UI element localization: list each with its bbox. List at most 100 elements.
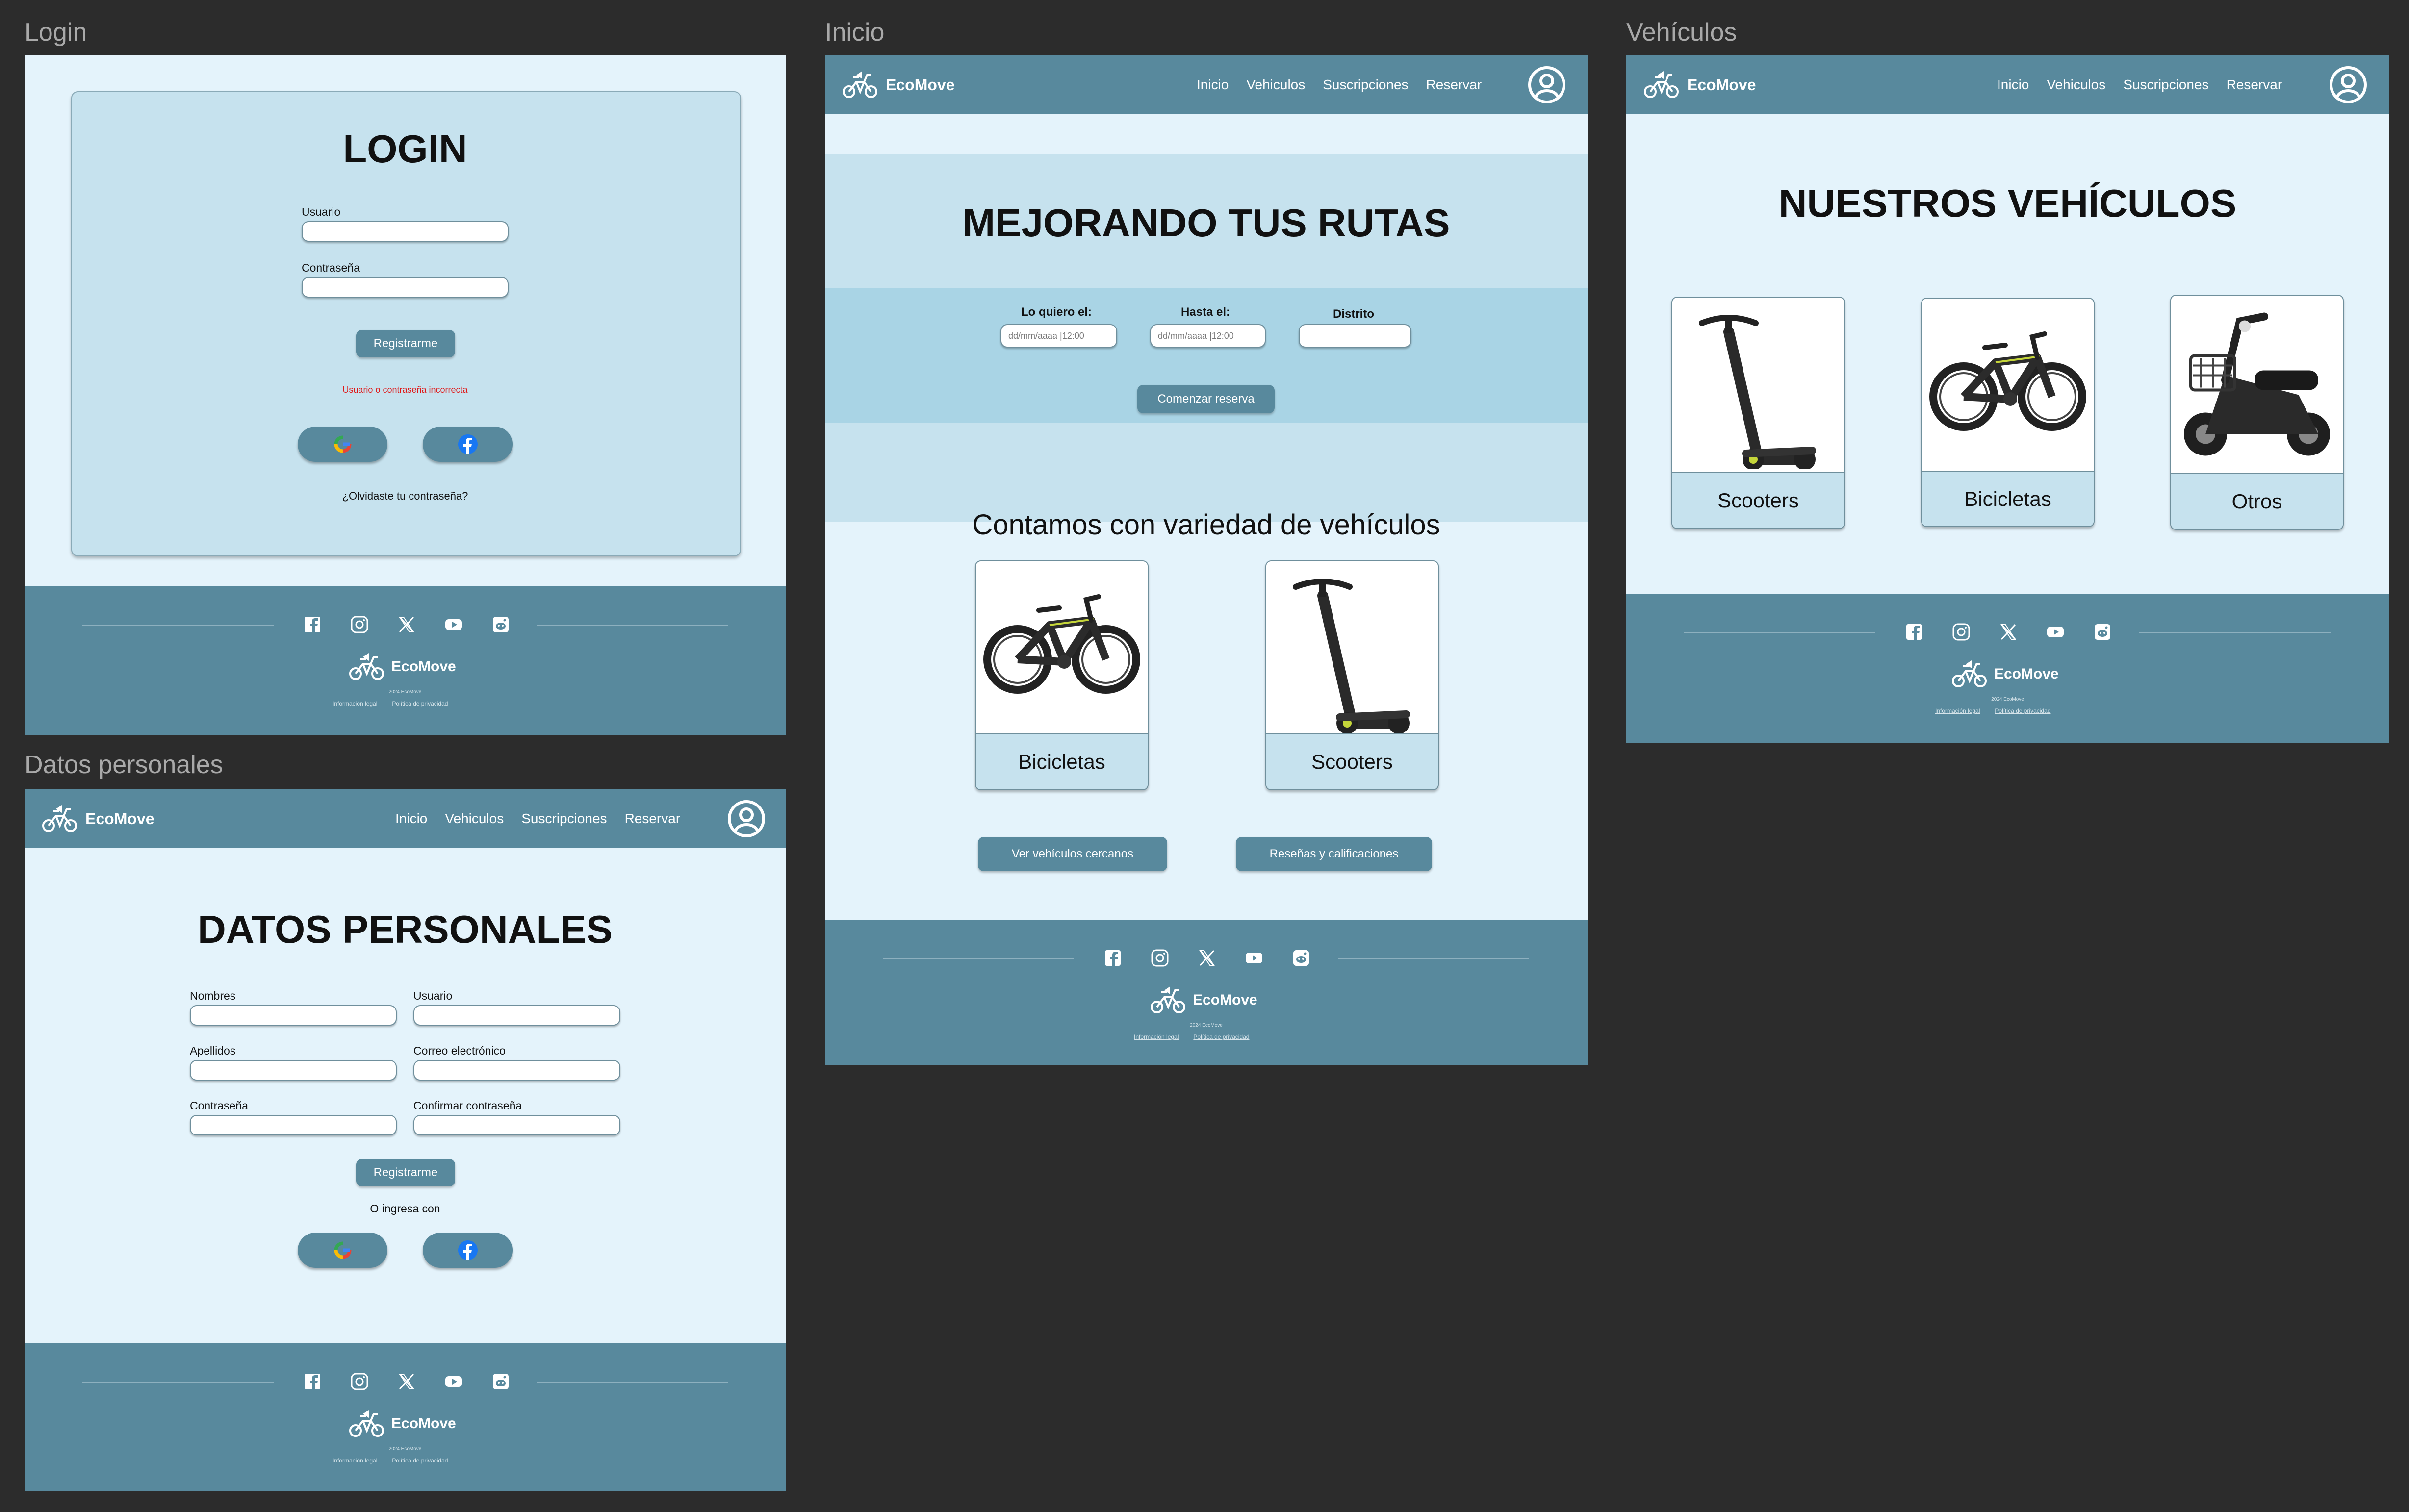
- footer-privacy-link[interactable]: Política de privacidad: [392, 700, 448, 707]
- x-icon[interactable]: [396, 614, 417, 635]
- nav-link-vehiculos[interactable]: Vehiculos: [2047, 77, 2105, 93]
- correo-input[interactable]: [413, 1060, 620, 1081]
- confirmar-input[interactable]: [413, 1115, 620, 1135]
- reddit-icon[interactable]: [490, 1371, 512, 1392]
- login-pass-input[interactable]: [302, 277, 509, 298]
- x-icon[interactable]: [1998, 621, 2019, 643]
- youtube-icon[interactable]: [1243, 947, 1265, 969]
- vehicles-title: NUESTROS VEHÍCULOS: [1778, 181, 2237, 225]
- inicio-frame: EcoMove Inicio Vehiculos Suscripciones R…: [825, 55, 1588, 1065]
- nav-brand[interactable]: EcoMove: [1643, 70, 1756, 100]
- footer-legal-link[interactable]: Información legal: [333, 700, 377, 707]
- instagram-icon[interactable]: [1149, 947, 1171, 969]
- datos-navbar: EcoMove Inicio Vehiculos Suscripciones R…: [25, 789, 786, 848]
- youtube-icon[interactable]: [443, 614, 464, 635]
- vehicle-card-label: Bicicletas: [1922, 471, 2094, 526]
- facebook-icon[interactable]: [302, 614, 323, 635]
- confirmar-label: Confirmar contraseña: [413, 1099, 522, 1112]
- nav-link-suscripciones[interactable]: Suscripciones: [1323, 77, 1408, 93]
- nav-link-reservar[interactable]: Reservar: [1426, 77, 1482, 93]
- nav-link-inicio[interactable]: Inicio: [1997, 77, 2029, 93]
- footer-brand: EcoMove: [348, 1409, 456, 1438]
- login-register-button[interactable]: Registrarme: [356, 330, 455, 357]
- to-date-input[interactable]: dd/mm/aaaa |12:00: [1150, 324, 1266, 348]
- datos-facebook-button[interactable]: [423, 1233, 513, 1268]
- footer-copyright: 2024 EcoMove: [388, 1446, 422, 1452]
- footer-legal-link[interactable]: Información legal: [1935, 707, 1980, 714]
- nearby-vehicles-button[interactable]: Ver vehículos cercanos: [978, 837, 1167, 871]
- start-booking-button[interactable]: Comenzar reserva: [1137, 385, 1275, 413]
- footer-privacy-link[interactable]: Política de privacidad: [1995, 707, 2050, 714]
- footer-divider-left: [1684, 632, 1875, 633]
- facebook-icon[interactable]: [302, 1371, 323, 1392]
- nav-link-vehiculos[interactable]: Vehiculos: [445, 811, 504, 827]
- nav-brand[interactable]: EcoMove: [842, 70, 954, 100]
- user-profile-icon[interactable]: [1527, 65, 1566, 104]
- nav-link-inicio[interactable]: Inicio: [395, 811, 427, 827]
- footer-legal-link[interactable]: Información legal: [333, 1457, 377, 1464]
- datos-frame: EcoMove Inicio Vehiculos Suscripciones R…: [25, 789, 786, 1491]
- apellidos-input[interactable]: [190, 1060, 397, 1081]
- footer-copyright: 2024 EcoMove: [1190, 1023, 1223, 1028]
- instagram-icon[interactable]: [1950, 621, 1972, 643]
- bike-logo-icon: [1150, 985, 1187, 1015]
- vehicle-card-bicicletas[interactable]: Bicicletas: [1921, 298, 2095, 527]
- user-profile-icon[interactable]: [2329, 65, 2368, 104]
- district-input[interactable]: [1299, 324, 1411, 348]
- footer-privacy-link[interactable]: Política de privacidad: [392, 1457, 448, 1464]
- footer-brand-name: EcoMove: [1994, 666, 2059, 682]
- vehicle-card-label: Otros: [2171, 473, 2343, 529]
- instagram-icon[interactable]: [349, 1371, 370, 1392]
- vehicle-card-scooters[interactable]: Scooters: [1671, 297, 1845, 529]
- login-facebook-button[interactable]: [423, 427, 513, 462]
- bike-logo-icon: [41, 804, 78, 833]
- reddit-icon[interactable]: [490, 614, 512, 635]
- nav-link-suscripciones[interactable]: Suscripciones: [2123, 77, 2208, 93]
- vehicle-card-otros[interactable]: Otros: [2170, 295, 2344, 530]
- youtube-icon[interactable]: [443, 1371, 464, 1392]
- login-user-label: Usuario: [302, 205, 341, 218]
- footer-legal-link[interactable]: Información legal: [1134, 1033, 1179, 1040]
- vehicle-card-label: Scooters: [1266, 733, 1438, 789]
- vehicle-card-scooters[interactable]: Scooters: [1265, 560, 1439, 790]
- bike-logo-icon: [1643, 70, 1680, 100]
- bicycle-image: [976, 561, 1148, 733]
- login-google-button[interactable]: [298, 427, 387, 462]
- vehicle-card-bicicletas[interactable]: Bicicletas: [975, 560, 1149, 790]
- x-icon[interactable]: [1196, 947, 1218, 969]
- instagram-icon[interactable]: [349, 614, 370, 635]
- user-profile-icon[interactable]: [727, 799, 766, 838]
- usuario-input[interactable]: [413, 1005, 620, 1026]
- footer-privacy-link[interactable]: Política de privacidad: [1193, 1033, 1249, 1040]
- login-user-input[interactable]: [302, 221, 509, 242]
- datos-google-button[interactable]: [298, 1233, 387, 1268]
- nav-link-inicio[interactable]: Inicio: [1197, 77, 1229, 93]
- from-date-input[interactable]: dd/mm/aaaa |12:00: [1000, 324, 1117, 348]
- nav-link-reservar[interactable]: Reservar: [625, 811, 681, 827]
- nav-link-vehiculos[interactable]: Vehiculos: [1246, 77, 1305, 93]
- moped-image: [2171, 296, 2343, 470]
- contrasena-input[interactable]: [190, 1115, 397, 1135]
- apellidos-label: Apellidos: [190, 1044, 236, 1057]
- x-icon[interactable]: [396, 1371, 417, 1392]
- datos-register-button[interactable]: Registrarme: [356, 1159, 455, 1186]
- footer-divider-left: [883, 958, 1074, 959]
- youtube-icon[interactable]: [2045, 621, 2066, 643]
- nav-link-suscripciones[interactable]: Suscripciones: [521, 811, 607, 827]
- facebook-circle-icon: [457, 1239, 479, 1261]
- frame-label-vehiculos: Vehículos: [1626, 18, 1737, 47]
- nav-brand[interactable]: EcoMove: [41, 804, 154, 833]
- nav-link-reservar[interactable]: Reservar: [2227, 77, 2282, 93]
- footer-divider-right: [537, 1382, 728, 1383]
- facebook-icon[interactable]: [1102, 947, 1124, 969]
- or-login-text: O ingresa con: [370, 1202, 440, 1215]
- nombres-input[interactable]: [190, 1005, 397, 1026]
- bike-logo-icon: [348, 652, 385, 681]
- login-forgot-link[interactable]: ¿Olvidaste tu contraseña?: [25, 490, 786, 503]
- vehicle-card-label: Scooters: [1672, 472, 1844, 528]
- footer-brand-name: EcoMove: [1193, 992, 1257, 1008]
- reviews-button[interactable]: Reseñas y calificaciones: [1236, 837, 1432, 871]
- facebook-icon[interactable]: [1903, 621, 1925, 643]
- reddit-icon[interactable]: [1290, 947, 1312, 969]
- reddit-icon[interactable]: [2092, 621, 2113, 643]
